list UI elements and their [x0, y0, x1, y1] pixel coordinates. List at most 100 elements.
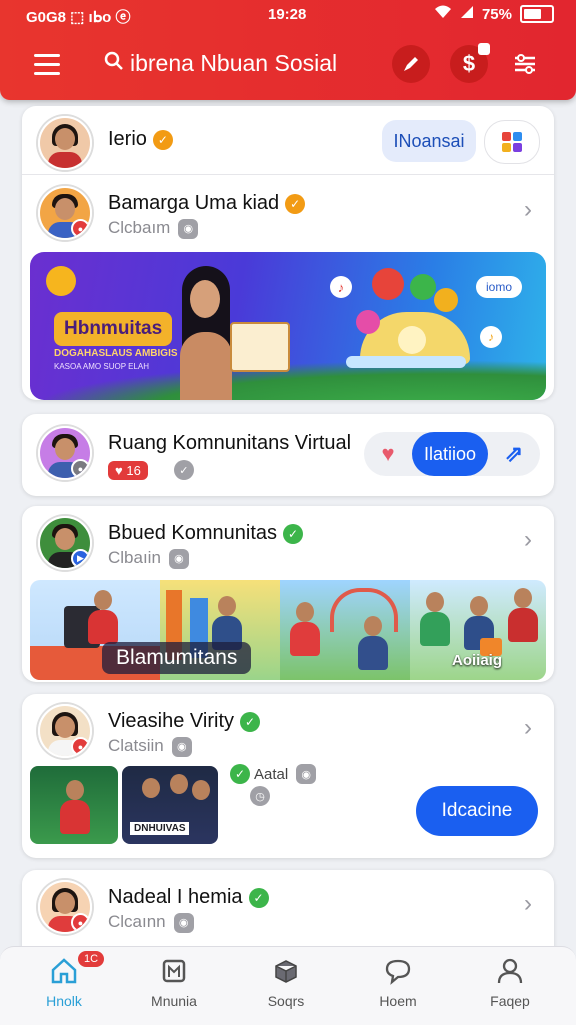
chevron-right-icon[interactable]: › — [524, 526, 532, 554]
apps-icon[interactable] — [484, 120, 540, 164]
top-app-bar: G0G8 ⬚ ıᖯo ⓔ 19:28 75% ibrena Nbuan Sosi… — [0, 0, 576, 100]
status-time: 19:28 — [268, 6, 307, 23]
sun-icon — [46, 266, 76, 296]
heart-icon[interactable]: ♥ — [372, 440, 404, 468]
banner-title: Hbnmuitas — [54, 312, 173, 346]
meta-row: ♥ 16 ✓ — [108, 460, 194, 480]
avatar[interactable]: ▶ — [38, 516, 92, 570]
nav-profile[interactable]: Faqep — [470, 957, 550, 1009]
music-note-icon: ♪ — [480, 326, 502, 348]
verified-icon: ✓ — [285, 193, 306, 214]
status-bar: G0G8 ⬚ ıᖯo ⓔ 19:28 75% — [0, 0, 576, 30]
photo-thumb[interactable]: DNHUIVAS — [122, 766, 218, 844]
music-note-icon: ♪ — [330, 276, 352, 298]
chat-bubble-icon — [410, 274, 436, 300]
top-user-action-button[interactable]: INoansai — [382, 120, 476, 162]
post-card-2[interactable]: ● Ruang Komnunitans Virtual ♥ 16 ✓ ♥ Ila… — [22, 414, 554, 496]
community-icon — [134, 957, 214, 989]
nav-label: Faqep — [490, 993, 530, 1009]
avatar[interactable] — [38, 116, 92, 170]
globe-icon: ◉ — [173, 912, 194, 933]
thumb-label: DNHUIVAS — [130, 822, 190, 835]
platform — [346, 356, 466, 368]
post-meta: Clcbaım ◉ — [108, 218, 199, 239]
photo-thumb[interactable] — [30, 766, 118, 844]
chevron-right-icon[interactable]: › — [524, 714, 532, 742]
box-icon — [246, 957, 326, 989]
avatar[interactable]: ● — [38, 186, 92, 240]
clock-icon: ◷ — [250, 786, 270, 806]
globe-icon: ◉ — [296, 764, 317, 784]
person-icon — [470, 957, 550, 989]
verified-icon: ✓ — [248, 887, 269, 908]
status-right: 75% — [434, 5, 554, 23]
post-author: Nadeal I hemia ✓ — [108, 886, 269, 909]
community-name: Ruang Komnunitans Virtual — [108, 432, 352, 454]
banner-chip: iomo — [476, 276, 523, 298]
post-author: Bbued Komnunitas ✓ — [108, 522, 304, 545]
nav-community[interactable]: Mnunia — [134, 957, 214, 1009]
verified-icon: ✓ — [240, 711, 260, 732]
nav-label: Hoem — [379, 993, 417, 1009]
profile-notify-icon[interactable]: $ — [450, 43, 490, 83]
wifi-icon — [434, 5, 452, 23]
nav-label: Mnunia — [151, 993, 197, 1009]
signal-icon — [460, 5, 474, 23]
header-title: ibrena Nbuan Sosial — [130, 50, 338, 76]
tag-row: ✓ Aatal ◉ — [230, 764, 317, 784]
battery-icon — [520, 5, 554, 23]
banner-small-text: KASOA AMO SUOP ELAH — [54, 362, 149, 371]
strip-label-2: Aoiiaig — [452, 652, 503, 669]
nav-badge: 1C — [78, 951, 105, 967]
post-meta: Clcaınn ◉ — [108, 912, 194, 933]
heart-icon — [356, 310, 380, 334]
play-icon: ▶ — [71, 549, 90, 568]
globe-icon: ◉ — [178, 218, 199, 239]
divider — [22, 174, 554, 175]
nav-home[interactable]: Hnolk 1C — [24, 951, 105, 1009]
primary-action-button[interactable]: Idcacine — [416, 786, 538, 836]
avatar[interactable]: ● — [38, 704, 92, 758]
verified-icon: ✓ — [152, 129, 173, 150]
nav-label: Soqrs — [267, 993, 305, 1009]
chat-bubble-icon — [372, 268, 404, 300]
status-icon: ● — [71, 459, 90, 478]
live-icon: ● — [71, 219, 90, 238]
globe-icon: ◉ — [171, 736, 192, 757]
post-card-3[interactable]: ▶ Bbued Komnunitas ✓ Clbaıin ◉ › Blamumi… — [22, 506, 554, 682]
chat-icon — [358, 957, 438, 989]
nav-box[interactable]: Soqrs — [246, 957, 326, 1009]
menu-icon[interactable] — [34, 54, 60, 81]
robot-face — [398, 326, 426, 354]
photo-tile[interactable] — [280, 580, 410, 680]
notification-dot — [478, 43, 490, 55]
chevron-right-icon[interactable]: › — [524, 196, 532, 224]
join-button[interactable]: Ilatiioo — [412, 432, 488, 476]
avatar[interactable]: ● — [38, 426, 92, 480]
nav-label: Hnolk — [46, 993, 82, 1009]
post-meta: Clbaıin ◉ — [108, 548, 189, 569]
post-author: Bamarga Uma kiad ✓ — [108, 192, 306, 215]
post-card-1[interactable]: Ierio ✓ INoansai ● Bamarga Uma kiad ✓ Clcb… — [22, 106, 554, 400]
promo-banner[interactable]: Hbnmuitas DOGAHASLAUS AMBIGIS KASOA AMO … — [30, 252, 546, 400]
battery-percent: 75% — [481, 5, 512, 23]
check-icon: ✓ — [230, 764, 250, 784]
strip-label: Blamumitans — [102, 642, 252, 674]
top-user-name: Ierio ✓ — [108, 128, 173, 151]
share-icon[interactable]: ⇗ — [496, 436, 532, 472]
search-bar[interactable]: ibrena Nbuan Sosial — [104, 50, 337, 77]
post-meta: Clatsiin ◉ — [108, 736, 192, 757]
settings-icon[interactable] — [506, 45, 544, 83]
avatar[interactable]: ● — [38, 880, 92, 934]
live-icon: ● — [71, 913, 90, 932]
heart-icon — [434, 288, 458, 312]
post-card-4[interactable]: ● Vieasihe Virity ✓ Clatsiin ◉ › DNHUIVAS … — [22, 694, 554, 858]
nav-chat[interactable]: Hoem — [358, 957, 438, 1009]
globe-icon: ◉ — [168, 548, 189, 569]
status-left: G0G8 ⬚ ıᖯo ⓔ — [26, 9, 131, 26]
bottom-navigation: Hnolk 1C Mnunia Soqrs Hoem Faqep — [0, 946, 576, 1025]
search-icon — [104, 51, 124, 77]
like-counter[interactable]: ♥ 16 — [108, 460, 148, 480]
chevron-right-icon[interactable]: › — [524, 890, 532, 918]
pen-icon[interactable] — [392, 45, 430, 83]
